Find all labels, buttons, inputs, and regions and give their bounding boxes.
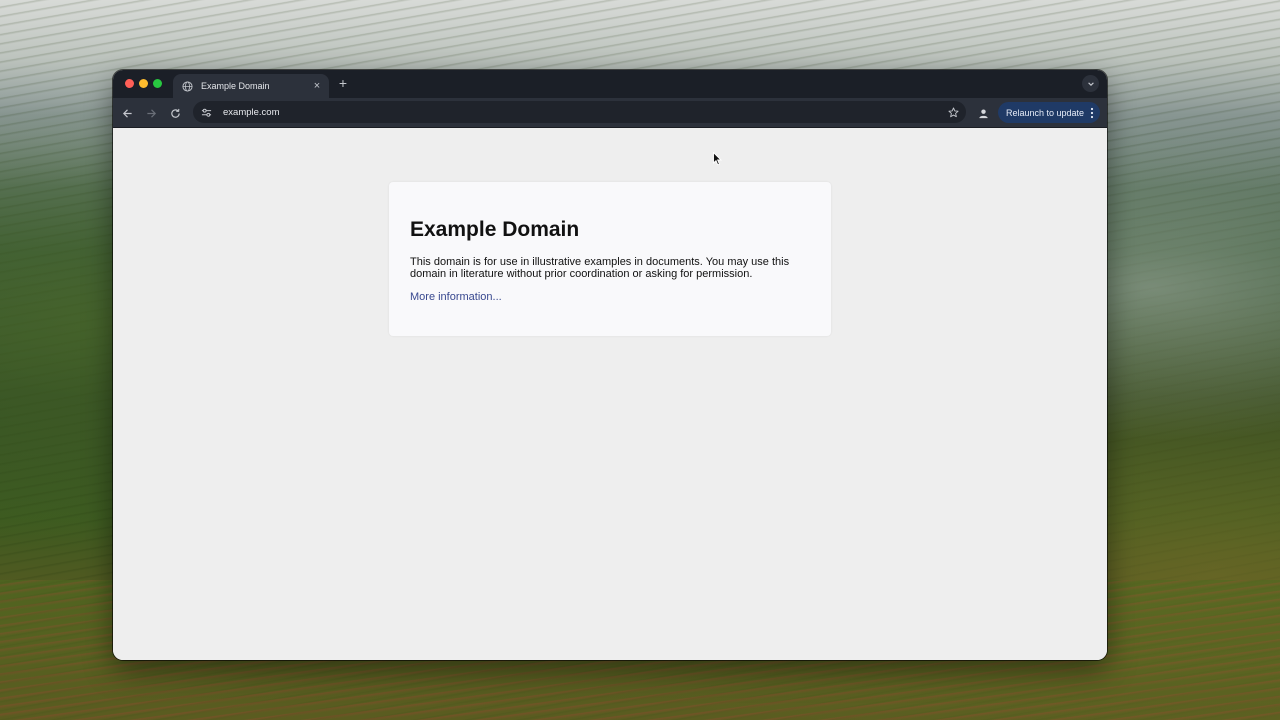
- star-icon: [947, 106, 959, 118]
- page-heading: Example Domain: [410, 218, 580, 241]
- arrow-right-icon: [146, 108, 157, 119]
- bookmark-button[interactable]: [946, 105, 960, 119]
- relaunch-to-update-button[interactable]: Relaunch to update: [998, 102, 1100, 123]
- url-text: example.com: [223, 106, 280, 118]
- tab-title: Example Domain: [201, 81, 270, 91]
- person-icon: [978, 108, 989, 119]
- reload-icon: [170, 108, 181, 119]
- browser-toolbar: example.com Relaunch to update: [113, 98, 1107, 128]
- forward-button[interactable]: [143, 105, 159, 121]
- desktop-wallpaper: Example Domain × + example.com Relaunch …: [0, 0, 1280, 720]
- arrow-left-icon: [122, 108, 133, 119]
- window-minimize-button[interactable]: [139, 79, 148, 88]
- mouse-cursor-icon: [713, 152, 723, 166]
- page-viewport: Example Domain This domain is for use in…: [113, 128, 1107, 660]
- tune-icon: [201, 107, 212, 118]
- more-information-link[interactable]: More information...: [410, 291, 502, 303]
- back-button[interactable]: [119, 105, 135, 121]
- window-close-button[interactable]: [125, 79, 134, 88]
- kebab-icon[interactable]: [1088, 106, 1096, 120]
- site-info-button[interactable]: [199, 105, 213, 119]
- window-maximize-button[interactable]: [153, 79, 162, 88]
- content-card: Example Domain This domain is for use in…: [389, 182, 831, 336]
- profile-button[interactable]: [975, 105, 991, 121]
- page-paragraph: This domain is for use in illustrative e…: [410, 256, 790, 280]
- tab-close-button[interactable]: ×: [311, 80, 323, 92]
- tab-example-domain[interactable]: Example Domain ×: [173, 74, 329, 98]
- new-tab-button[interactable]: +: [335, 76, 351, 90]
- tab-strip: Example Domain × +: [113, 70, 1107, 98]
- relaunch-label: Relaunch to update: [1006, 107, 1085, 118]
- browser-window: Example Domain × + example.com Relaunch …: [113, 70, 1107, 660]
- chevron-down-icon: [1087, 80, 1095, 88]
- tab-search-button[interactable]: [1082, 75, 1099, 92]
- globe-icon: [181, 80, 193, 92]
- reload-button[interactable]: [167, 105, 183, 121]
- address-bar[interactable]: example.com: [193, 101, 966, 123]
